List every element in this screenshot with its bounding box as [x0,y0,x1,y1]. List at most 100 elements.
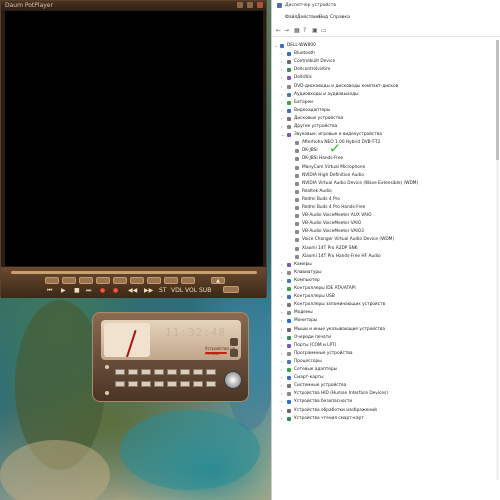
radio-settings-icon[interactable] [230,338,238,346]
expand-icon[interactable]: › [281,407,283,415]
expand-icon[interactable]: › [281,382,283,390]
control-button[interactable] [79,277,93,284]
expand-icon[interactable]: › [281,50,283,58]
seek-bar[interactable] [11,271,257,274]
st-button[interactable]: ST [159,287,166,294]
record-button-2[interactable]: ● [113,287,118,294]
expand-icon[interactable]: › [281,415,283,423]
control-button[interactable] [164,277,178,284]
sub-button[interactable]: SUB [199,287,211,294]
preset-key[interactable] [128,381,138,387]
collapse-icon[interactable]: ⌄ [274,42,277,50]
eject-button[interactable]: ▲ [211,277,225,284]
expand-icon[interactable]: › [281,390,283,398]
preset-key[interactable] [180,369,190,375]
speaker-icon [295,230,299,235]
scrollbar[interactable] [496,40,499,480]
preset-key[interactable] [154,381,164,387]
back-icon[interactable]: ← [276,28,281,34]
preset-key[interactable] [206,381,216,387]
prev-button[interactable]: ⏮ [47,287,52,295]
scan-icon[interactable]: ▣ [312,28,318,34]
record-button[interactable]: ● [100,287,105,294]
scrollbar-thumb[interactable] [496,40,499,160]
vdl-button[interactable]: VDL [171,287,183,294]
control-button[interactable] [147,277,161,284]
control-button[interactable] [130,277,144,284]
preset-key[interactable] [115,369,125,375]
forward-icon[interactable]: → [284,28,289,34]
expand-icon[interactable]: › [281,350,283,358]
video-area[interactable] [5,11,263,266]
close-icon[interactable] [257,2,263,8]
monitor-icon[interactable]: ▭ [321,28,327,34]
expand-icon[interactable]: › [281,342,283,350]
expand-icon[interactable]: › [281,326,283,334]
radio-clock: 11:32:48 [165,326,226,339]
expand-icon[interactable]: › [281,277,283,285]
vol-button[interactable]: VOL [185,287,197,294]
forward-button[interactable]: ▶▶ [144,287,153,294]
preset-key[interactable] [154,369,164,375]
control-button[interactable] [223,286,239,293]
grid-icon[interactable]: ▦ [294,28,300,34]
collapse-icon[interactable]: ⌄ [281,131,284,139]
expand-icon[interactable]: › [281,58,283,66]
preset-key[interactable] [193,381,203,387]
preset-key[interactable] [180,381,190,387]
expand-icon[interactable]: › [281,115,283,123]
expand-icon[interactable]: › [281,269,283,277]
preset-key[interactable] [141,381,151,387]
preset-key[interactable] [193,369,203,375]
expand-icon[interactable]: › [281,83,283,91]
expand-icon[interactable]: › [281,309,283,317]
expand-icon[interactable]: › [281,366,283,374]
device-category-icon [287,351,291,356]
speaker-icon [295,254,299,259]
radio-menu-icon[interactable] [230,349,238,357]
expand-icon[interactable]: › [281,123,283,131]
menu-action[interactable]: Действие [297,15,320,20]
media-player-window: Daum PotPlayer ▲ ⏮ ▶ ■ ⏭ ● ● ◀◀ ▶▶ ST VD… [0,0,267,298]
rewind-button[interactable]: ◀◀ [128,287,137,294]
preset-key[interactable] [128,369,138,375]
maximize-icon[interactable] [247,2,253,8]
menu-file[interactable]: Файл [285,15,297,20]
volume-knob[interactable] [224,371,242,389]
device-category-icon [287,60,291,65]
menu-view[interactable]: Вид [319,15,328,20]
expand-icon[interactable]: › [281,285,283,293]
stop-button[interactable]: ■ [74,287,80,294]
minimize-icon[interactable] [237,2,243,8]
device-category-icon [287,52,291,57]
play-button[interactable]: ▶ [61,287,66,294]
expand-icon[interactable]: › [281,99,283,107]
control-button[interactable] [62,277,76,284]
expand-icon[interactable]: › [281,374,283,382]
help-icon[interactable]: ? [303,28,306,34]
expand-icon[interactable]: › [281,293,283,301]
next-button[interactable]: ⏭ [86,287,91,295]
expand-icon[interactable]: › [281,317,283,325]
device-manager-titlebar[interactable]: Диспетчер устройств [272,0,500,11]
expand-icon[interactable]: › [281,74,283,82]
preset-key[interactable] [167,381,177,387]
expand-icon[interactable]: › [281,398,283,406]
expand-icon[interactable]: › [281,91,283,99]
preset-key[interactable] [167,369,177,375]
preset-key[interactable] [206,369,216,375]
expand-icon[interactable]: › [281,301,283,309]
expand-icon[interactable]: › [281,334,283,342]
control-button[interactable] [45,277,59,284]
control-button[interactable] [113,277,127,284]
preset-key[interactable] [141,369,151,375]
expand-icon[interactable]: › [281,261,283,269]
control-button[interactable] [96,277,110,284]
expand-icon[interactable]: › [281,358,283,366]
device-manager-app-icon [277,3,282,8]
menu-help[interactable]: Справка [330,15,350,20]
expand-icon[interactable]: › [281,66,283,74]
expand-icon[interactable]: › [281,107,283,115]
preset-key[interactable] [115,381,125,387]
control-button[interactable] [181,277,195,284]
